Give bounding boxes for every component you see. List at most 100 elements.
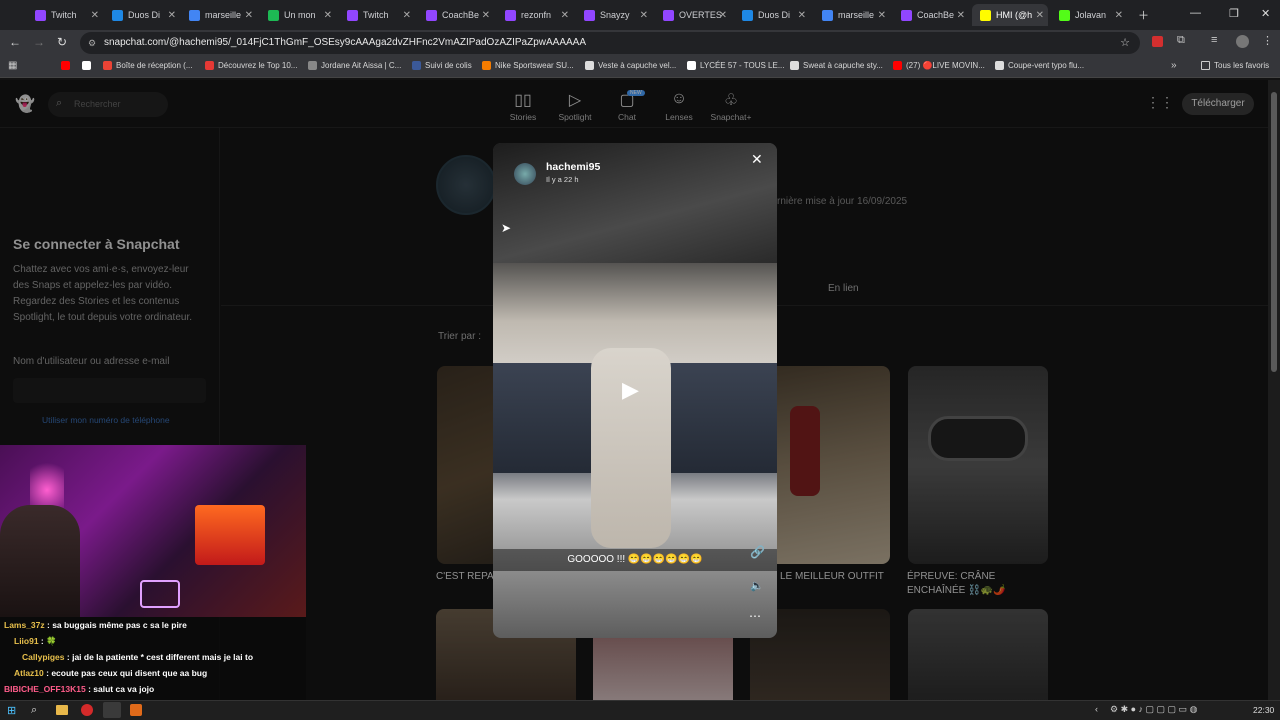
tab-favicon-icon: [347, 9, 358, 21]
webcam-neon-sign: [140, 580, 180, 608]
chat-username: Lams_37z: [4, 620, 45, 630]
tab-close-icon[interactable]: ✕: [245, 10, 253, 21]
browser-tab[interactable]: HMI (@h ✕: [972, 4, 1048, 26]
play-icon[interactable]: ▶: [622, 377, 639, 403]
bookmark-favicon-icon: [82, 61, 91, 70]
bookmark-favicon-icon: [308, 61, 317, 70]
chat-message: Atlaz10 : ecoute pas ceux qui disent que…: [4, 668, 207, 678]
bookmarks-overflow-icon[interactable]: »: [1171, 60, 1177, 71]
viewer-time-ago: Il y a 22 h: [546, 175, 579, 184]
windows-start-icon[interactable]: ⊞: [7, 704, 16, 717]
close-icon[interactable]: ✕: [751, 151, 763, 168]
address-bar[interactable]: ⚙ snapchat.com/@hachemi95/_014FjC1ThGmF_…: [80, 32, 1140, 54]
browser-tab[interactable]: Twitch ✕: [339, 4, 415, 26]
link-icon[interactable]: 🔗: [750, 545, 765, 559]
bookmark-item[interactable]: Suivi de colis: [412, 61, 472, 70]
tab-close-icon[interactable]: ✕: [482, 10, 490, 21]
bookmark-favicon-icon: [103, 61, 112, 70]
tab-close-icon[interactable]: ✕: [1036, 10, 1044, 21]
all-bookmarks[interactable]: Tous les favoris: [1201, 61, 1269, 70]
story-viewer[interactable]: hachemi95 Il y a 22 h ✕ ▶ GOOOOO !!! 😁😁😁…: [493, 143, 777, 638]
bookmark-item[interactable]: (27) 🔴LIVE MOVIN...: [893, 61, 985, 70]
bookmark-favicon-icon: [61, 61, 70, 70]
viewer-avatar[interactable]: [514, 163, 536, 185]
bookmark-item[interactable]: LYCÉE 57 - TOUS LE...: [687, 61, 784, 70]
back-icon[interactable]: ←: [9, 35, 21, 49]
browser-tab[interactable]: marseille ✕: [814, 4, 890, 26]
tab-close-icon[interactable]: ✕: [324, 10, 332, 21]
page-scrollbar[interactable]: [1268, 80, 1280, 700]
bookmark-item[interactable]: Boîte de réception (...: [103, 61, 193, 70]
tab-label: Twitch: [363, 10, 389, 20]
browser-tab[interactable]: CoachBe ✕: [893, 4, 969, 26]
tab-favicon-icon: [742, 9, 753, 21]
maximize-icon[interactable]: ❐: [1229, 7, 1239, 20]
extension-icon[interactable]: [1152, 36, 1163, 47]
tab-close-icon[interactable]: ✕: [640, 10, 648, 21]
profile-avatar[interactable]: [1236, 35, 1249, 48]
reload-icon[interactable]: ↻: [57, 35, 67, 49]
browser-tab[interactable]: Un mon ✕: [260, 4, 336, 26]
viewer-username[interactable]: hachemi95: [546, 161, 600, 173]
forward-icon[interactable]: →: [33, 35, 45, 49]
chrome-taskbar-icon[interactable]: [103, 702, 121, 718]
apps-grid-icon[interactable]: ▦: [8, 60, 17, 71]
tab-close-icon[interactable]: ✕: [1115, 10, 1123, 21]
bookmark-item[interactable]: Jordane Ait Aissa | C...: [308, 61, 401, 70]
bookmark-favicon-icon: [893, 61, 902, 70]
tab-close-icon[interactable]: ✕: [91, 10, 99, 21]
search-taskbar-icon[interactable]: ⌕: [31, 704, 37, 717]
tab-close-icon[interactable]: ✕: [403, 10, 411, 21]
browser-tab[interactable]: rezonfn ✕: [497, 4, 573, 26]
bookmark-star-icon[interactable]: ☆: [1120, 32, 1130, 54]
tab-close-icon[interactable]: ✕: [561, 10, 569, 21]
tab-close-icon[interactable]: ✕: [878, 10, 886, 21]
bookmark-item[interactable]: Nike Sportswear SU...: [482, 61, 574, 70]
browser-tab[interactable]: Jolavan ✕: [1051, 4, 1127, 26]
chat-username: Liio91: [14, 636, 39, 646]
minimize-icon[interactable]: —: [1190, 7, 1201, 19]
more-options-icon[interactable]: ⋯: [749, 609, 761, 623]
tab-close-icon[interactable]: ✕: [168, 10, 176, 21]
bookmark-item[interactable]: Veste à capuche vel...: [585, 61, 676, 70]
bookmark-label: Nike Sportswear SU...: [495, 61, 574, 70]
scrollbar-thumb[interactable]: [1271, 92, 1277, 372]
bookmark-item[interactable]: [61, 61, 74, 70]
tab-label: CoachBe: [917, 10, 955, 20]
browser-toolbar: ← → ↻ ⚙ snapchat.com/@hachemi95/_014FjC1…: [0, 30, 1280, 56]
bookmark-item[interactable]: Découvrez le Top 10...: [205, 61, 297, 70]
bookmark-item[interactable]: [82, 61, 95, 70]
browser-tab[interactable]: marseille ✕: [181, 4, 257, 26]
chat-username: Atlaz10: [14, 668, 44, 678]
browser-tab[interactable]: Duos Di ✕: [104, 4, 180, 26]
opera-icon[interactable]: [81, 704, 93, 716]
close-window-icon[interactable]: ✕: [1261, 7, 1270, 20]
browser-menu-icon[interactable]: ⋮: [1262, 34, 1273, 47]
site-info-icon[interactable]: ⚙: [88, 32, 96, 54]
extensions-puzzle-icon[interactable]: ⧉: [1177, 34, 1185, 47]
tray-overflow-icon[interactable]: ‹: [1095, 704, 1098, 714]
bookmark-item[interactable]: Coupe-vent typo flu...: [995, 61, 1084, 70]
file-explorer-icon[interactable]: [56, 705, 68, 715]
browser-tab[interactable]: Twitch ✕: [27, 4, 103, 26]
tab-label: CoachBe: [442, 10, 480, 20]
tab-close-icon[interactable]: ✕: [798, 10, 806, 21]
browser-tab[interactable]: CoachBe ✕: [418, 4, 494, 26]
tab-close-icon[interactable]: ✕: [719, 10, 727, 21]
streamer-webcam: [0, 445, 306, 617]
bookmark-item[interactable]: Sweat à capuche sty...: [790, 61, 883, 70]
sound-icon[interactable]: 🔈: [750, 579, 764, 592]
app-taskbar-icon[interactable]: [130, 704, 142, 716]
chat-message: Callypiges : jai de la patiente * cest d…: [4, 652, 253, 662]
browser-tab[interactable]: Duos Di ✕: [734, 4, 810, 26]
browser-tab[interactable]: Snayzy ✕: [576, 4, 652, 26]
tab-search-icon[interactable]: ≡: [1211, 34, 1217, 46]
browser-tab[interactable]: OVERTES ✕: [655, 4, 731, 26]
windows-taskbar: ⊞ ⌕ ‹ ⚙ ✱ ● ♪ ▢ ▢ ▢ ▭ ◍ 22:30: [0, 700, 1280, 720]
tab-close-icon[interactable]: ✕: [957, 10, 965, 21]
tray-icons[interactable]: ⚙ ✱ ● ♪ ▢ ▢ ▢ ▭ ◍: [1110, 704, 1197, 715]
video-frame-ceiling: [493, 143, 777, 263]
chat-message: Lams_37z : sa buggais même pas c sa le p…: [4, 620, 187, 630]
tab-favicon-icon: [426, 9, 437, 21]
new-tab-icon[interactable]: ＋: [1138, 7, 1149, 23]
